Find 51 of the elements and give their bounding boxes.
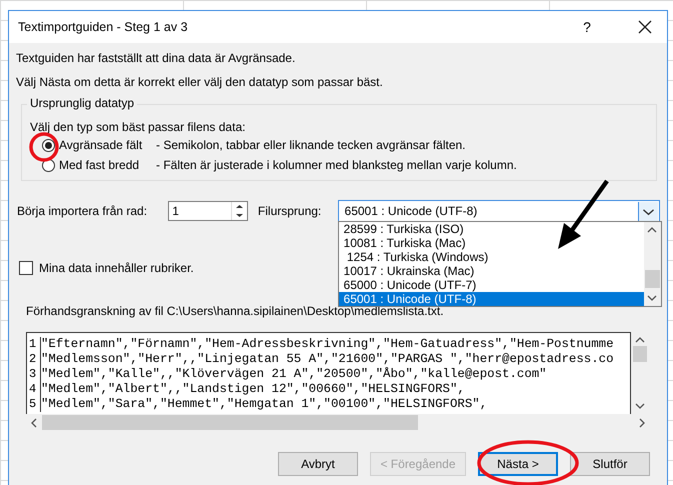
scroll-thumb[interactable]: [42, 415, 418, 430]
chevron-down-icon[interactable]: [638, 202, 658, 220]
line-number: 1: [27, 337, 41, 352]
start-row-spinner[interactable]: 1: [168, 201, 248, 221]
dropdown-option[interactable]: 10081 : Turkiska (Mac): [338, 236, 644, 250]
scroll-left-icon[interactable]: [30, 418, 38, 428]
instruction-text: Textguiden har fastställt att dina data är Avgränsade.: [16, 50, 296, 67]
dropdown-option[interactable]: 65000 : Unicode (UTF-7): [338, 278, 644, 292]
arrow: [558, 180, 609, 249]
scroll-down-icon[interactable]: [647, 294, 658, 302]
file-origin-dropdown[interactable]: 65001 : Unicode (UTF-8): [338, 200, 660, 222]
scroll-thumb[interactable]: [632, 346, 646, 362]
option-label[interactable]: Avgränsade fält: [59, 138, 156, 152]
dialog-button[interactable]: Nästa >: [478, 452, 558, 476]
file-origin-label: Filursprung:: [258, 204, 322, 218]
checkbox[interactable]: [19, 261, 33, 275]
option-description: - Fälten är justerade i kolumner med blanksteg mellan varje kolumn.: [156, 158, 517, 172]
line-number: 4: [27, 382, 41, 397]
dialog-button[interactable]: Slutför: [570, 452, 650, 476]
help-button[interactable]: ?: [567, 12, 607, 42]
scroll-up-icon[interactable]: [634, 336, 644, 344]
group-prompt: Välj den typ som bäst passar filens data:: [30, 119, 246, 135]
preview-line: "Medlem","Kalle",,"Klövervägen 21 A","20500","Åbo","kalle@epost.com": [41, 367, 547, 382]
scroll-down-icon[interactable]: [634, 402, 644, 410]
dropdown-option[interactable]: 10017 : Ukrainska (Mac): [338, 264, 644, 278]
instruction-text: Välj Nästa om detta är korrekt eller välj den datatyp som passar bäst.: [16, 74, 384, 91]
dropdown-option[interactable]: 1254 : Turkiska (Windows): [338, 250, 644, 264]
preview-line: "Medlemsson","Herr",,"Linjegatan 55 A","21600","PARGAS ","herr@epostadress.co: [41, 352, 614, 367]
dropdown-option[interactable]: 28599 : Turkiska (ISO): [338, 222, 644, 236]
option-description: - Semikolon, tabbar eller liknande tecken avgränsar fälten.: [156, 138, 466, 152]
scroll-thumb[interactable]: [644, 270, 660, 288]
highlight-circle: [29, 132, 59, 162]
preview-line: "Efternamn","Förnamn","Hem-Adressbeskrivning","Hem-Gatuadress","Hem-Postnumme: [41, 337, 614, 352]
group-title: Ursprunglig datatyp: [27, 96, 138, 110]
preview-title: Förhandsgranskning av fil C:\Users\hanna.sipilainen\Desktop\medlemslista.txt.: [26, 304, 444, 320]
scrollbar[interactable]: [644, 222, 661, 306]
scroll-up-icon[interactable]: [647, 226, 658, 234]
checkbox-label[interactable]: Mina data innehåller rubriker.: [39, 261, 194, 275]
start-row-label: Börja importera från rad:: [17, 204, 148, 218]
window-title: Textimportguiden - Steg 1 av 3: [18, 20, 189, 34]
dropdown-option[interactable]: 65001 : Unicode (UTF-8): [338, 292, 644, 306]
option-label[interactable]: Med fast bredd: [59, 158, 156, 172]
line-number: 3: [27, 367, 41, 382]
preview-line: "Medlem","Albert",,"Landstigen 12","00660","HELSINGFORS",: [41, 382, 465, 397]
dialog-button[interactable]: Avbryt: [278, 452, 358, 476]
close-icon[interactable]: [638, 20, 652, 34]
radio-button[interactable]: [42, 138, 55, 152]
line-number: 2: [27, 352, 41, 367]
line-number: 5: [27, 397, 41, 412]
preview-line: "Medlem","Sara","Hemmet","Hemgatan 1","00100","HELSINGFORS",: [41, 397, 488, 412]
scroll-right-icon[interactable]: [638, 418, 646, 428]
